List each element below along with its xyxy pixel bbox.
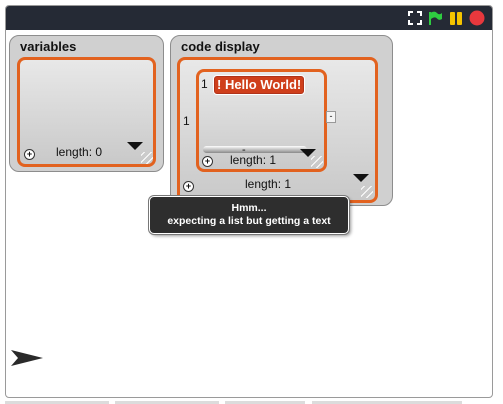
side-cell: - [326,111,336,123]
tooltip-line-1: Hmm... [231,202,267,214]
length-label: length: 1 [245,177,292,191]
sprite-arrow-icon[interactable] [11,350,43,371]
add-item-button[interactable]: + [202,156,213,167]
resize-handle[interactable] [141,152,153,164]
outer-list-view[interactable]: 1 1 ! Hello World! - + length: 1 - + len… [177,57,378,203]
inner-list-view[interactable]: 1 ! Hello World! - + length: 1 [196,69,327,172]
list-view[interactable]: + length: 0 [17,57,156,167]
resize-handle[interactable] [361,186,373,198]
item-index: 1 [183,114,190,128]
text-item[interactable]: ! Hello World! [213,75,306,95]
pause-icon[interactable] [449,11,463,25]
stop-icon[interactable] [469,10,485,26]
code-display-watcher[interactable]: code display 1 1 ! Hello World! - + leng… [170,35,393,206]
dropdown-arrow-icon[interactable] [353,174,369,182]
fullscreen-icon[interactable] [408,11,422,25]
add-item-button[interactable]: + [183,181,194,192]
watcher-title: variables [20,39,77,54]
variables-watcher[interactable]: variables + length: 0 [9,35,164,172]
green-flag-icon[interactable] [428,11,442,25]
horizontal-scrollbar[interactable] [203,146,307,153]
item-index: 1 [201,77,208,91]
length-label: length: 1 [230,153,277,167]
tooltip-line-2: expecting a list but getting a text [167,215,331,227]
stage-toolbar [6,6,492,30]
stage: variables + length: 0 code display 1 1 !… [5,5,493,398]
dropdown-arrow-icon[interactable] [127,142,143,150]
error-tooltip: Hmm... expecting a list but getting a te… [149,196,349,234]
resize-handle[interactable] [311,156,323,168]
watcher-title: code display [181,39,260,54]
add-item-button[interactable]: + [24,149,35,160]
length-label: length: 0 [56,145,103,159]
